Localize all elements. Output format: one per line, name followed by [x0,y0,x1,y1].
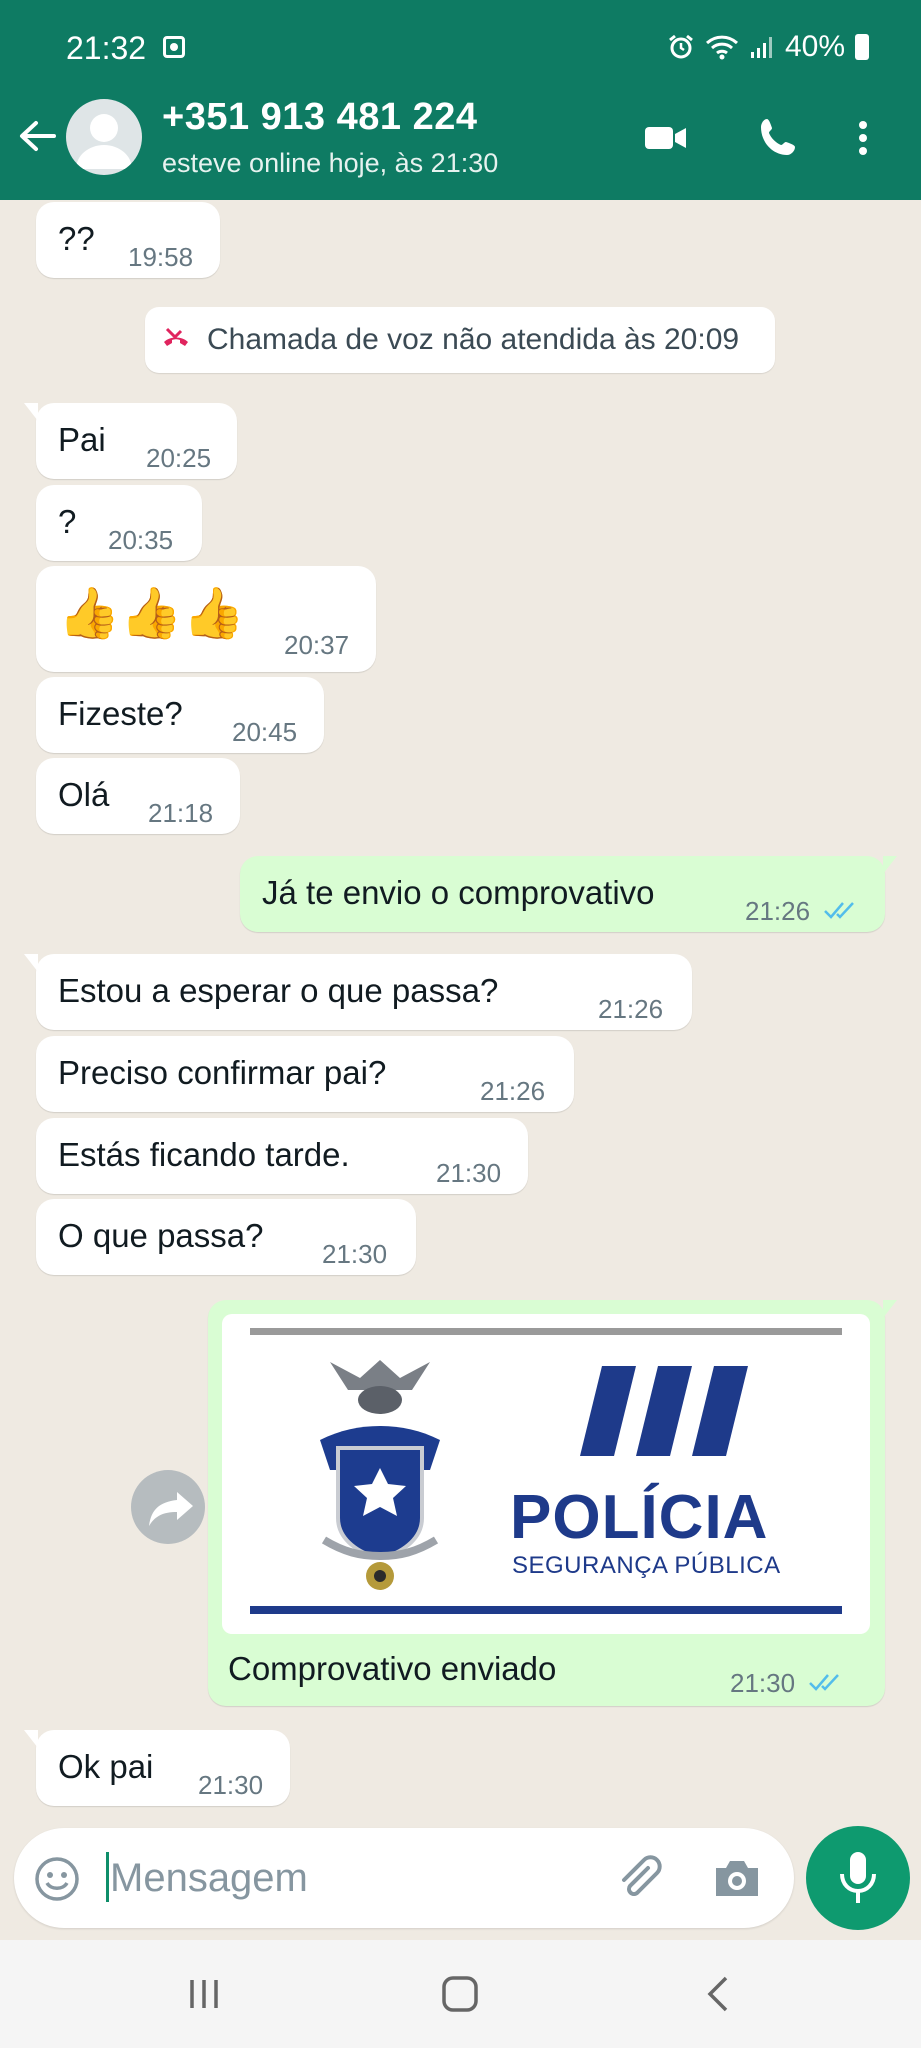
forward-icon [149,1492,193,1526]
message-time: 20:37 [284,630,350,660]
image-top-rule [250,1328,842,1335]
message-outgoing[interactable]: Já te envio o comprovativo 21:26 [240,856,897,932]
message-time: 21:26 [598,994,664,1024]
message-input[interactable]: Mensagem [110,1856,308,1901]
missed-call-icon [164,327,188,346]
mic-button[interactable] [806,1826,910,1930]
message-time: 20:35 [108,525,174,555]
text-cursor [106,1852,109,1902]
psp-coat-of-arms-icon [320,1360,440,1590]
message-incoming[interactable]: ? 20:35 [36,485,202,561]
phone-icon[interactable] [755,115,801,161]
missed-call-notice[interactable]: Chamada de voz não atendida às 20:09 [145,307,775,373]
default-avatar-icon [76,114,132,169]
message-time: 21:18 [148,798,214,828]
image-bottom-rule [250,1606,842,1614]
app-bar: 21:32 40% +351 913 481 224 esteve online… [0,0,921,200]
screen-record-icon [163,36,185,58]
message-time: 21:30 [730,1668,796,1698]
status-indicators: 40% [667,30,869,64]
system-nav-bar [0,1940,921,2048]
nav-home-icon[interactable] [440,1974,480,2014]
contact-status: esteve online hoje, às 21:30 [162,148,499,178]
image-title-text: POLÍCIA [510,1483,769,1552]
message-incoming[interactable]: Pai 20:25 [24,403,237,479]
read-ticks-icon [809,1674,839,1691]
message-composer[interactable]: Mensagem [14,1828,794,1928]
signal-icon [750,37,772,58]
mic-icon [840,1852,876,1903]
image-attachment[interactable]: POLÍCIA SEGURANÇA PÚBLICA [222,1314,870,1634]
psp-stripes-logo [580,1366,748,1456]
message-time: 21:30 [198,1770,264,1800]
alarm-icon [669,34,693,59]
back-arrow-icon[interactable] [16,115,58,157]
read-ticks-icon [824,902,854,919]
nav-back-icon[interactable] [700,1974,740,2014]
more-options-icon[interactable] [848,115,878,161]
message-incoming[interactable]: Ok pai 21:30 [24,1730,290,1806]
image-caption: Comprovativo enviado [228,1650,557,1687]
video-call-icon[interactable] [643,115,689,161]
message-time: 20:25 [146,443,212,473]
message-incoming[interactable]: Olá 21:18 [36,758,240,834]
chat-area[interactable]: ?? 19:58 Chamada de voz não atendida às … [0,200,921,1825]
message-time: 21:30 [436,1158,502,1188]
contact-name[interactable]: +351 913 481 224 [162,96,477,139]
battery-icon [855,34,869,60]
attach-icon[interactable] [614,1854,664,1904]
message-time: 21:26 [745,896,811,926]
message-time: 20:45 [232,717,298,747]
message-incoming[interactable]: Estás ficando tarde. 21:30 [36,1118,528,1194]
nav-recents-icon[interactable] [184,1974,224,2014]
message-incoming[interactable]: 👍👍👍 20:37 [36,566,376,672]
image-message-outgoing[interactable]: POLÍCIA SEGURANÇA PÚBLICA Comprovativo e… [208,1300,897,1706]
image-subtitle-text: SEGURANÇA PÚBLICA [512,1552,781,1579]
battery-level: 40% [784,30,845,63]
message-time: 19:58 [128,242,194,272]
camera-icon[interactable] [712,1856,762,1900]
forward-button[interactable] [131,1470,205,1544]
status-time: 21:32 [66,30,147,66]
message-time: 21:30 [322,1239,388,1269]
message-time: 21:26 [480,1076,546,1106]
wifi-icon [705,35,738,60]
message-incoming[interactable]: Estou a esperar o que passa? 21:26 [24,954,692,1030]
message-incoming[interactable]: Preciso confirmar pai? 21:26 [36,1036,574,1112]
avatar[interactable] [66,99,142,175]
message-incoming[interactable]: ?? 19:58 [36,202,220,278]
message-incoming[interactable]: O que passa? 21:30 [36,1199,416,1275]
message-incoming[interactable]: Fizeste? 20:45 [36,677,324,753]
emoji-icon[interactable] [34,1856,80,1902]
